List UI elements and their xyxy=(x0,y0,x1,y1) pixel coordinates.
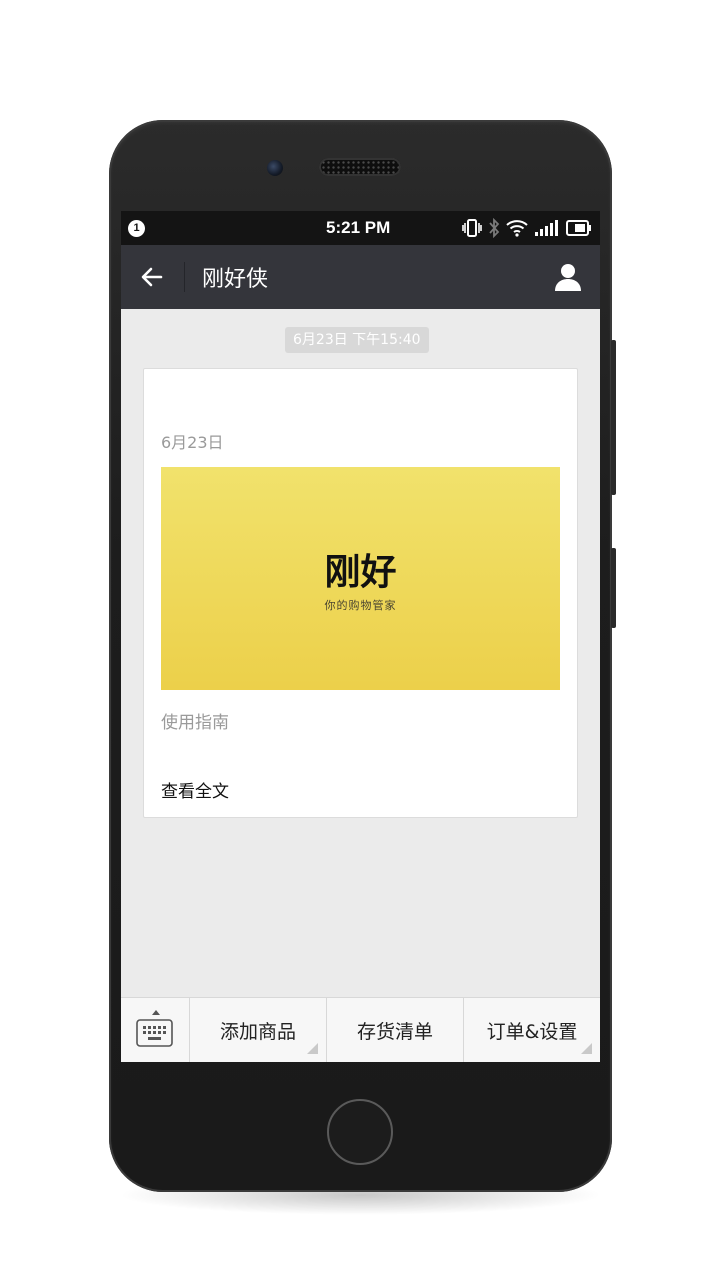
page-title: 刚好侠 xyxy=(202,267,269,292)
menu-inventory[interactable]: 存货清单 xyxy=(327,998,464,1062)
caret-up-icon xyxy=(152,1010,160,1015)
signal-icon xyxy=(534,220,560,236)
keyboard-toggle-button[interactable] xyxy=(121,998,190,1062)
cover-subtitle: 你的购物管家 xyxy=(324,599,397,612)
read-more-link[interactable]: 查看全文 xyxy=(161,777,229,802)
home-button[interactable] xyxy=(327,1099,393,1165)
profile-icon[interactable] xyxy=(554,262,582,292)
menu-orders-settings-label: 订单&设置 xyxy=(486,1020,578,1043)
bluetooth-icon xyxy=(488,218,500,238)
message-timestamp: 6月23日 下午15:40 xyxy=(285,327,429,353)
header-divider xyxy=(184,262,185,292)
menu-add-product[interactable]: 添加商品 xyxy=(190,998,327,1062)
earpiece-speaker xyxy=(319,158,401,176)
front-camera xyxy=(267,160,283,176)
card-date: 6月23日 xyxy=(161,433,224,452)
status-bar: 1 5:21 PM xyxy=(121,211,600,245)
chat-header: 刚好侠 xyxy=(121,245,600,309)
menu-add-product-label: 添加商品 xyxy=(219,1020,296,1043)
back-arrow-icon[interactable] xyxy=(139,264,165,290)
status-time: 5:21 PM xyxy=(326,218,391,237)
card-caption: 使用指南 xyxy=(161,713,229,733)
battery-icon xyxy=(566,220,592,236)
volume-button xyxy=(611,340,616,495)
status-icons xyxy=(462,217,592,239)
submenu-indicator-icon xyxy=(581,1043,592,1054)
notification-badge: 1 xyxy=(128,220,145,237)
bottom-menu: 添加商品 存货清单 订单&设置 xyxy=(121,997,600,1062)
screen: 1 5:21 PM 刚好侠 6月23日 下午15:40 6月23日 刚好 你的购… xyxy=(121,211,600,1062)
power-button xyxy=(611,548,616,628)
card-cover-image[interactable]: 刚好 你的购物管家 xyxy=(161,467,560,690)
keyboard-icon xyxy=(136,1019,173,1047)
menu-orders-settings[interactable]: 订单&设置 xyxy=(464,998,600,1062)
submenu-indicator-icon xyxy=(307,1043,318,1054)
wifi-icon xyxy=(506,219,528,237)
cover-title: 刚好 xyxy=(324,551,397,593)
article-card[interactable]: 6月23日 刚好 你的购物管家 使用指南 查看全文 xyxy=(143,368,578,818)
vibrate-icon xyxy=(462,217,482,239)
menu-inventory-label: 存货清单 xyxy=(356,1020,433,1043)
